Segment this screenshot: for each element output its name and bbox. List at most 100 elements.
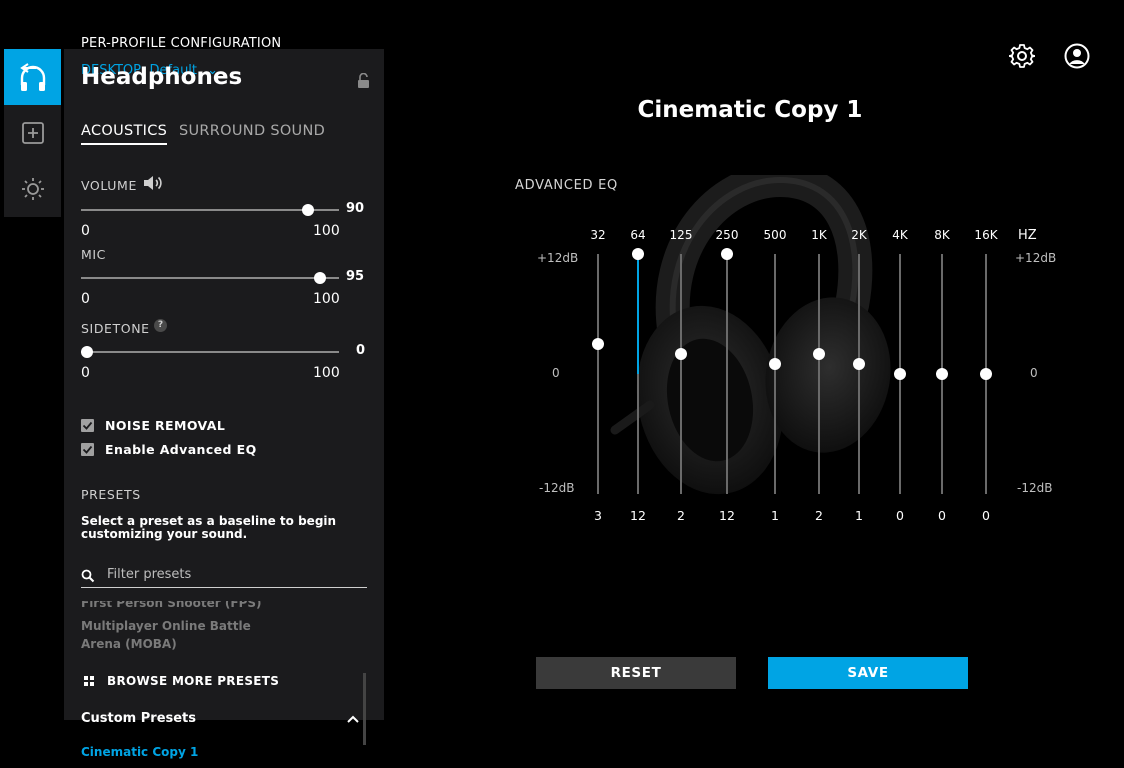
rail-add[interactable] bbox=[4, 105, 61, 161]
noise-removal-checkbox[interactable] bbox=[81, 419, 94, 432]
panel-scrollbar[interactable] bbox=[363, 673, 366, 745]
eq-band-track[interactable] bbox=[597, 254, 599, 494]
eq-gain-value: 0 bbox=[896, 508, 904, 523]
db-bottom-left: -12dB bbox=[539, 481, 575, 495]
volume-slider[interactable] bbox=[81, 202, 339, 218]
eq-freq-label: 16K bbox=[974, 228, 998, 242]
db-bottom-right: -12dB bbox=[1017, 481, 1053, 495]
sidetone-min: 0 bbox=[81, 365, 90, 381]
eq-gain-value: 12 bbox=[630, 508, 646, 523]
unlock-icon[interactable] bbox=[357, 73, 370, 88]
eq-band-fill bbox=[637, 254, 639, 374]
eq-band-thumb[interactable] bbox=[632, 248, 644, 260]
checkmark-icon bbox=[82, 421, 93, 430]
custom-presets-header[interactable]: Custom Presets bbox=[81, 711, 196, 726]
hz-unit-label: HZ bbox=[1018, 228, 1037, 243]
filter-underline bbox=[81, 587, 367, 588]
rail-headphones[interactable] bbox=[4, 49, 61, 105]
eq-freq-label: 2K bbox=[851, 228, 867, 242]
eq-freq-label: 64 bbox=[630, 228, 646, 242]
tab-surround-sound[interactable]: SURROUND SOUND bbox=[179, 123, 325, 139]
eq-band-thumb[interactable] bbox=[853, 358, 865, 370]
db-top-left: +12dB bbox=[537, 251, 579, 265]
checkmark-icon bbox=[82, 445, 93, 454]
mic-slider[interactable] bbox=[81, 270, 339, 286]
reset-button[interactable]: RESET bbox=[536, 657, 736, 689]
presets-label: PRESETS bbox=[81, 487, 141, 502]
grid-icon bbox=[84, 676, 94, 686]
eq-band-thumb[interactable] bbox=[936, 368, 948, 380]
save-button[interactable]: SAVE bbox=[768, 657, 968, 689]
eq-band-thumb[interactable] bbox=[721, 248, 733, 260]
eq-gain-value: 2 bbox=[677, 508, 685, 523]
preset-moba-line2[interactable]: Arena (MOBA) bbox=[81, 635, 177, 653]
settings-gear-icon[interactable] bbox=[1009, 43, 1035, 69]
volume-label: VOLUME bbox=[81, 178, 137, 193]
eq-band-track[interactable] bbox=[680, 254, 682, 494]
eq-band-thumb[interactable] bbox=[675, 348, 687, 360]
eq-gain-value: 1 bbox=[771, 508, 779, 523]
volume-max: 100 bbox=[313, 223, 340, 239]
eq-band-track[interactable] bbox=[774, 254, 776, 494]
lighting-icon bbox=[21, 178, 44, 200]
noise-removal-label: NOISE REMOVAL bbox=[105, 418, 226, 433]
eq-band-thumb[interactable] bbox=[813, 348, 825, 360]
advanced-eq-checkbox[interactable] bbox=[81, 443, 94, 456]
db-zero-left: 0 bbox=[552, 366, 560, 380]
search-icon bbox=[81, 569, 95, 583]
navigation-rail bbox=[4, 49, 61, 217]
sidetone-value: 0 bbox=[356, 343, 366, 358]
add-icon bbox=[21, 122, 44, 144]
tab-acoustics[interactable]: ACOUSTICS bbox=[81, 123, 168, 145]
eq-gain-value: 0 bbox=[982, 508, 990, 523]
headphones-icon bbox=[19, 63, 45, 91]
volume-track bbox=[81, 209, 339, 211]
eq-freq-label: 8K bbox=[934, 228, 950, 242]
volume-thumb[interactable] bbox=[302, 204, 314, 216]
eq-gain-value: 3 bbox=[594, 508, 602, 523]
sidetone-max: 100 bbox=[313, 365, 340, 381]
db-zero-right: 0 bbox=[1030, 366, 1038, 380]
eq-gain-value: 2 bbox=[815, 508, 823, 523]
eq-gain-value: 0 bbox=[938, 508, 946, 523]
config-label: PER-PROFILE CONFIGURATION bbox=[81, 36, 282, 51]
sidetone-slider[interactable] bbox=[81, 344, 339, 360]
eq-band-thumb[interactable] bbox=[769, 358, 781, 370]
panel-title: Headphones bbox=[81, 64, 243, 90]
eq-band-track[interactable] bbox=[818, 254, 820, 494]
eq-freq-label: 4K bbox=[892, 228, 908, 242]
account-icon[interactable] bbox=[1064, 43, 1090, 69]
advanced-eq-label: ADVANCED EQ bbox=[515, 178, 618, 193]
speaker-icon bbox=[144, 176, 162, 190]
presets-description: Select a preset as a baseline to begin c… bbox=[81, 514, 337, 541]
custom-preset-item[interactable]: Cinematic Copy 1 bbox=[81, 745, 198, 759]
eq-freq-label: 1K bbox=[811, 228, 827, 242]
mic-max: 100 bbox=[313, 291, 340, 307]
sidetone-label: SIDETONE bbox=[81, 321, 150, 336]
eq-freq-label: 250 bbox=[715, 228, 739, 242]
browse-more-presets-button[interactable]: BROWSE MORE PRESETS bbox=[107, 674, 279, 688]
chevron-up-icon[interactable] bbox=[347, 715, 359, 723]
rail-lighting[interactable] bbox=[4, 161, 61, 217]
mic-thumb[interactable] bbox=[314, 272, 326, 284]
mic-track bbox=[81, 277, 339, 279]
eq-freq-label: 500 bbox=[763, 228, 787, 242]
eq-band-thumb[interactable] bbox=[592, 338, 604, 350]
eq-band-track[interactable] bbox=[726, 254, 728, 494]
mic-value: 95 bbox=[346, 269, 365, 284]
eq-band-track[interactable] bbox=[858, 254, 860, 494]
sidetone-thumb[interactable] bbox=[81, 346, 93, 358]
eq-gain-value: 1 bbox=[855, 508, 863, 523]
eq-band-thumb[interactable] bbox=[980, 368, 992, 380]
help-icon[interactable]: ? bbox=[154, 319, 167, 332]
eq-band-thumb[interactable] bbox=[894, 368, 906, 380]
mic-label: MIC bbox=[81, 247, 106, 262]
eq-freq-label: 32 bbox=[590, 228, 606, 242]
volume-value: 90 bbox=[346, 201, 365, 216]
mic-min: 0 bbox=[81, 291, 90, 307]
eq-gain-value: 12 bbox=[719, 508, 735, 523]
preset-moba-line1[interactable]: Multiplayer Online Battle bbox=[81, 617, 251, 635]
profile-title: Cinematic Copy 1 bbox=[637, 97, 863, 123]
filter-presets-input[interactable]: Filter presets bbox=[107, 567, 191, 582]
eq-freq-label: 125 bbox=[669, 228, 693, 242]
